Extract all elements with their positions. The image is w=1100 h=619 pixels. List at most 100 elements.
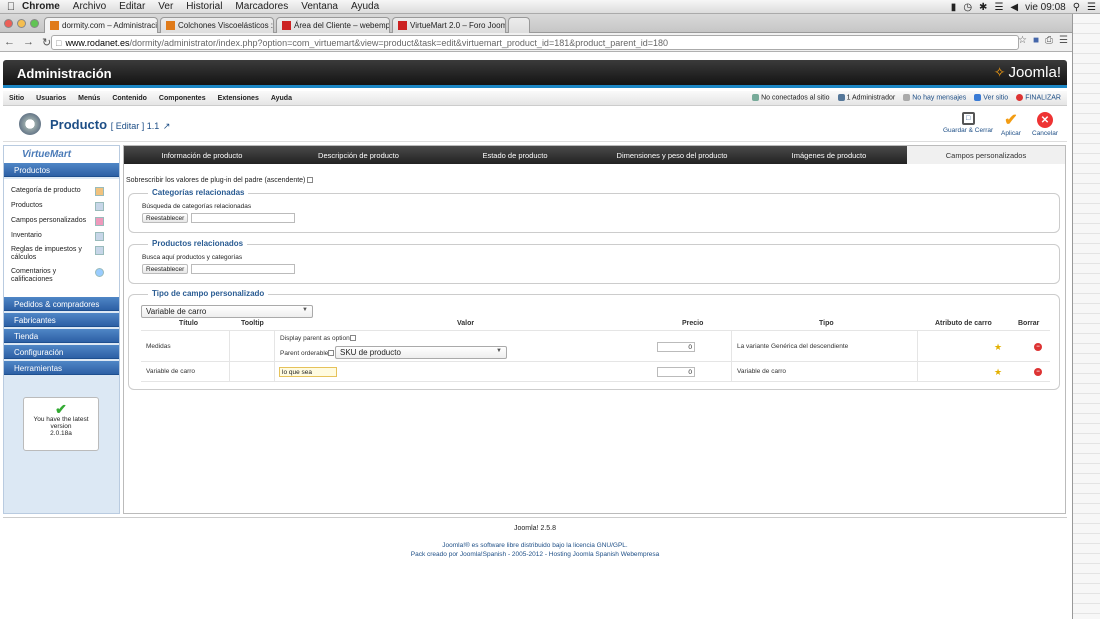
sidebar-item-comentarios[interactable]: Comentarios y calificaciones (11, 268, 104, 284)
custom-field-type-value: Variable de carro (146, 307, 207, 316)
sidebar-section-tienda[interactable]: Tienda (4, 329, 119, 343)
messages-link[interactable]: No hay mensajes (903, 94, 966, 101)
browser-tab[interactable]: Área del Cliente – webemp × (276, 17, 390, 33)
menu-menus[interactable]: Menús (78, 95, 100, 102)
menu-ver[interactable]: Ver (158, 1, 173, 12)
tab-estado[interactable]: Estado de producto (437, 146, 593, 164)
header-valor: Valor (457, 320, 475, 327)
wifi-icon[interactable]: ☰ (994, 2, 1003, 13)
menu-sitio[interactable]: Sitio (9, 95, 24, 102)
sidebar-section-fabricantes[interactable]: Fabricantes (4, 313, 119, 327)
power-icon (1016, 94, 1024, 101)
save-icon: □ (961, 112, 975, 125)
star-icon[interactable]: ★ (994, 367, 1002, 378)
logout-link[interactable]: FINALIZAR (1016, 94, 1061, 101)
menu-marcadores[interactable]: Marcadores (235, 1, 288, 12)
reset-products-button[interactable]: Reestablecer (142, 264, 189, 274)
override-checkbox[interactable] (307, 177, 314, 184)
delete-icon[interactable]: − (1034, 368, 1042, 376)
sidebar-item-campos[interactable]: Campos personalizados (11, 217, 106, 226)
cancel-button[interactable]: ✕ Cancelar (1032, 112, 1058, 137)
menu-usuarios[interactable]: Usuarios (36, 95, 66, 102)
chevron-down-icon: ▼ (302, 307, 308, 313)
view-site-link[interactable]: Ver sitio (974, 94, 1008, 101)
menu-archivo[interactable]: Archivo (73, 1, 106, 12)
url-field[interactable]: □ www.rodanet.es/dormity/administrator/i… (51, 35, 1019, 50)
menu-contenido[interactable]: Contenido (112, 95, 147, 102)
battery-icon[interactable]: ▮ (951, 2, 957, 13)
sidebar-item-inventario[interactable]: Inventario (11, 232, 106, 241)
close-window-icon[interactable] (4, 19, 13, 28)
logout-label: FINALIZAR (1025, 94, 1061, 102)
reload-icon[interactable]: ↻ (42, 36, 51, 49)
version-line2: version (50, 423, 72, 430)
clock[interactable]: vie 09:08 (1025, 2, 1066, 13)
save-close-button[interactable]: □ Guardar & Cerrar (943, 112, 993, 134)
forward-icon[interactable]: → (23, 36, 34, 48)
bluetooth-icon[interactable]: ✱ (979, 2, 987, 13)
footer-credits-link[interactable]: Pack creado por Joomla!Spanish - 2005-20… (3, 551, 1067, 558)
url-host: www.rodanet.es (65, 37, 130, 48)
bookmark-star-icon[interactable]: ☆ (1018, 35, 1027, 46)
delete-icon[interactable]: − (1034, 343, 1042, 351)
sidebar-item-categorias[interactable]: Categoría de producto (11, 187, 106, 196)
tab-imagenes[interactable]: Imágenes de producto (751, 146, 907, 164)
header-borrar: Borrar (1018, 320, 1040, 327)
spotlight-icon[interactable]: ⚲ (1073, 2, 1080, 13)
value-input[interactable]: lo que sea (279, 367, 337, 377)
joomla-favicon-icon (50, 21, 59, 30)
time-machine-icon[interactable]: ◷ (963, 2, 972, 13)
price-input[interactable]: 0 (657, 367, 695, 377)
tab-descripcion[interactable]: Descripción de producto (280, 146, 437, 164)
tab-campos-personalizados[interactable]: Campos personalizados (907, 146, 1065, 164)
menu-icon[interactable]: ☰ (1059, 35, 1068, 46)
volume-icon[interactable]: ◀ (1010, 2, 1018, 13)
external-link-icon[interactable]: ↗ (163, 121, 171, 131)
tab-dimensiones[interactable]: Dimensiones y peso del producto (593, 146, 751, 164)
messages-label: No hay mensajes (912, 94, 967, 102)
sidebar-item-reglas[interactable]: Reglas de impuestos y cálculos (11, 246, 104, 262)
menu-ventana[interactable]: Ventana (301, 1, 338, 12)
custom-field-fieldset: Tipo de campo personalizado Variable de … (128, 289, 1060, 390)
menu-extensiones[interactable]: Extensiones (218, 95, 259, 102)
zoom-window-icon[interactable] (30, 19, 39, 28)
menu-editar[interactable]: Editar (119, 1, 145, 12)
footer-license-link[interactable]: Joomla!® es software libre distribuido b… (3, 542, 1067, 549)
menu-componentes[interactable]: Componentes (159, 95, 206, 102)
related-products-search-input[interactable] (191, 264, 295, 274)
browser-tab[interactable]: dormity.com – Administraci × (44, 17, 158, 33)
back-icon[interactable]: ← (4, 36, 15, 48)
sidebar-section-configuracion[interactable]: Configuración (4, 345, 119, 359)
print-icon[interactable]: ⎙ (1045, 35, 1053, 46)
related-categories-search-input[interactable] (191, 213, 295, 223)
new-tab-button[interactable] (508, 17, 530, 33)
custom-field-type-select[interactable]: Variable de carro ▼ (141, 305, 313, 318)
browser-tab[interactable]: Colchones Viscoelásticos : 1 × (160, 17, 274, 33)
extension-icon[interactable]: ■ (1033, 35, 1039, 46)
product-icon (95, 202, 104, 211)
menu-ayuda[interactable]: Ayuda (351, 1, 379, 12)
browser-tab[interactable]: VirtueMart 2.0 – Foro Joom × (392, 17, 506, 33)
minimize-window-icon[interactable] (17, 19, 26, 28)
menu-chrome[interactable]: Chrome (22, 1, 60, 12)
menu-ayuda[interactable]: Ayuda (271, 95, 292, 102)
parent-orderable-checkbox[interactable] (328, 350, 335, 357)
sidebar-section-herramientas[interactable]: Herramientas (4, 361, 119, 375)
star-icon[interactable]: ★ (994, 342, 1002, 353)
reset-categories-button[interactable]: Reestablecer (142, 213, 189, 223)
header-tipo: Tipo (819, 320, 834, 327)
header-atributo: Atributo de carro (935, 320, 992, 327)
sidebar-section-productos[interactable]: Productos (4, 163, 119, 177)
row-title: Variable de carro (146, 368, 196, 375)
menu-historial[interactable]: Historial (186, 1, 222, 12)
apply-button[interactable]: ✔ Aplicar (1001, 112, 1021, 137)
notification-icon[interactable]: ☰ (1087, 2, 1096, 13)
tab-informacion[interactable]: Información de producto (124, 146, 280, 164)
display-parent-option: Display parent as option (280, 335, 356, 342)
display-parent-checkbox[interactable] (349, 335, 356, 342)
sku-select[interactable]: SKU de producto ▼ (335, 346, 507, 359)
sidebar-section-pedidos[interactable]: Pedidos & compradores (4, 297, 119, 311)
apple-icon[interactable]:  (0, 1, 22, 13)
sidebar-item-productos[interactable]: Productos (11, 202, 106, 211)
price-input[interactable]: 0 (657, 342, 695, 352)
